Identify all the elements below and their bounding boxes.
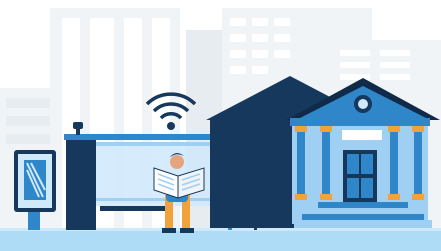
stairs <box>318 202 408 208</box>
pavement <box>0 228 441 251</box>
advertising-display-icon <box>24 160 46 200</box>
scene-svg <box>0 8 441 251</box>
bench <box>100 206 170 211</box>
shelter-back-panel <box>66 140 96 230</box>
building-nameplate <box>342 130 382 140</box>
bus-stop-illustration <box>0 0 441 251</box>
